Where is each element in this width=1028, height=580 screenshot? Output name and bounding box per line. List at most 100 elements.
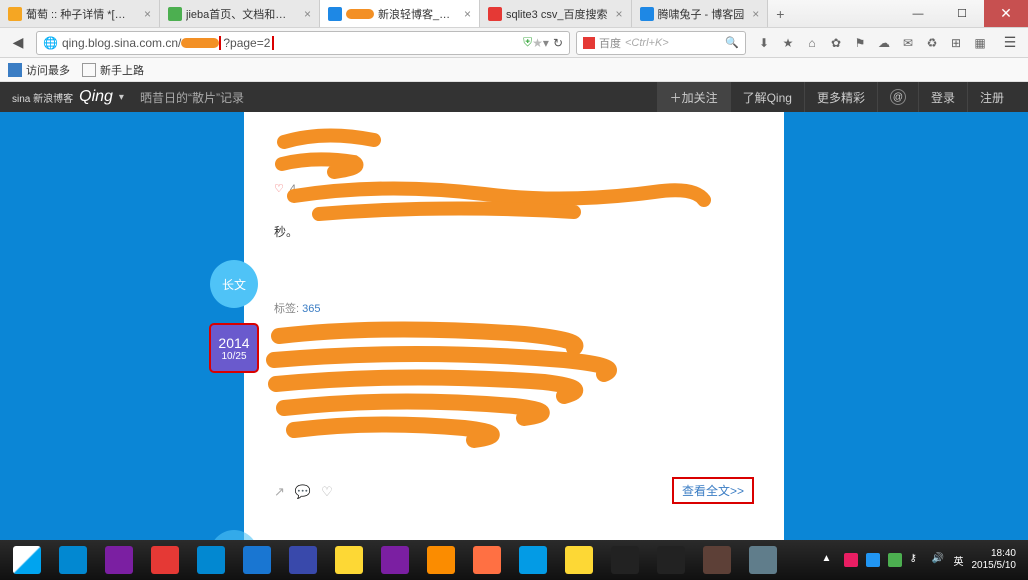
taskbar-app[interactable] bbox=[51, 542, 95, 578]
tab-close-icon[interactable]: × bbox=[304, 7, 311, 21]
start-button[interactable] bbox=[5, 542, 49, 578]
date-year: 2014 bbox=[218, 335, 249, 351]
new-tab-button[interactable]: + bbox=[768, 0, 792, 27]
window-minimize-button[interactable]: — bbox=[896, 0, 940, 27]
menu-button[interactable]: ☰ bbox=[998, 31, 1022, 55]
bookmark-star-icon[interactable]: ★ bbox=[532, 36, 543, 50]
taskbar-app[interactable] bbox=[327, 542, 371, 578]
back-button[interactable]: ◀ bbox=[6, 31, 30, 55]
address-field[interactable]: 🌐 qing.blog.sina.com.cn/?page=2 ⛨ ★ ▾ ↻ bbox=[36, 31, 570, 55]
tab-1[interactable]: jieba首页、文档和下载 - ... × bbox=[160, 0, 320, 27]
page-content: ♡ 4 秒。 长文 2014 10/25 标签: 365 bbox=[0, 112, 1028, 540]
read-more-box: 查看全文>> bbox=[672, 477, 754, 504]
nav-mentions[interactable]: @ bbox=[877, 82, 918, 112]
window-close-button[interactable]: ✕ bbox=[984, 0, 1028, 27]
chevron-down-icon[interactable]: ▾ bbox=[119, 92, 124, 103]
url-bar: ◀ 🌐 qing.blog.sina.com.cn/?page=2 ⛨ ★ ▾ … bbox=[0, 28, 1028, 58]
date-monthday: 10/25 bbox=[221, 351, 246, 362]
favicon bbox=[328, 7, 342, 21]
search-go-icon[interactable]: 🔍 bbox=[725, 36, 739, 49]
search-placeholder: <Ctrl+K> bbox=[625, 37, 721, 49]
tab-close-icon[interactable]: × bbox=[615, 7, 622, 21]
search-engine-label: 百度 bbox=[599, 35, 621, 51]
taskbar-app[interactable] bbox=[373, 542, 417, 578]
security-icon: ⛨ bbox=[523, 35, 532, 50]
window-controls: — ☐ ✕ bbox=[896, 0, 1028, 27]
clock-date: 2015/5/10 bbox=[972, 560, 1017, 572]
taskbar-app[interactable] bbox=[281, 542, 325, 578]
site-logo[interactable]: sina 新浪博客 Qing ▾ 晒昔日的“散片”记录 bbox=[12, 88, 244, 106]
browser-titlebar: 葡萄 :: 种子详情 *[冰与火... × jieba首页、文档和下载 - ...… bbox=[0, 0, 1028, 28]
tab-close-icon[interactable]: × bbox=[144, 7, 151, 21]
taskbar-app[interactable] bbox=[143, 542, 187, 578]
addon-icon[interactable]: ✿ bbox=[828, 35, 844, 51]
register-button[interactable]: 注册 bbox=[967, 82, 1016, 112]
taskbar-app[interactable] bbox=[557, 542, 601, 578]
taskbar-app[interactable] bbox=[695, 542, 739, 578]
search-field[interactable]: 百度 <Ctrl+K> 🔍 bbox=[576, 31, 746, 55]
search-engine-icon bbox=[583, 37, 595, 49]
heart-icon[interactable]: ♡ bbox=[274, 182, 284, 195]
read-more-link[interactable]: 查看全文>> bbox=[682, 484, 744, 498]
redacted-icon bbox=[346, 9, 374, 19]
tab-0[interactable]: 葡萄 :: 种子详情 *[冰与火... × bbox=[0, 0, 160, 27]
bookmark-bar: 访问最多 新手上路 bbox=[0, 58, 1028, 82]
refresh2-icon[interactable]: ♻ bbox=[924, 35, 940, 51]
ime-indicator[interactable]: 英 bbox=[954, 553, 964, 568]
bookmark-most-visited[interactable]: 访问最多 bbox=[8, 62, 70, 78]
tab-4[interactable]: 腾啸兔子 - 博客园× bbox=[632, 0, 769, 27]
like-count: 4 bbox=[290, 183, 296, 195]
tray-app-icon[interactable] bbox=[888, 553, 902, 567]
taskbar-app[interactable] bbox=[235, 542, 279, 578]
tab-2-active[interactable]: 新浪轻博客_Qing:...× bbox=[320, 0, 480, 27]
post-tags: 标签: 365 bbox=[274, 300, 754, 316]
site-slogan: 晒昔日的“散片”记录 bbox=[140, 89, 244, 106]
tab-3[interactable]: sqlite3 csv_百度搜索 × bbox=[480, 0, 632, 27]
post-1: ♡ 4 秒。 bbox=[274, 132, 754, 240]
comment-icon[interactable]: 💬 bbox=[295, 484, 311, 500]
taskbar-app[interactable] bbox=[419, 542, 463, 578]
longtext-badge bbox=[210, 530, 258, 540]
tray-app-icon[interactable] bbox=[866, 553, 880, 567]
tray-up-icon[interactable]: ▲ bbox=[822, 553, 836, 567]
flag-icon[interactable]: ⚑ bbox=[852, 35, 868, 51]
tab-close-icon[interactable]: × bbox=[464, 7, 471, 21]
nav-more[interactable]: 更多精彩 bbox=[804, 82, 877, 112]
volume-icon[interactable]: 🔊 bbox=[932, 553, 946, 567]
window-maximize-button[interactable]: ☐ bbox=[940, 0, 984, 27]
share-icon[interactable]: ↗ bbox=[274, 484, 285, 500]
mail-icon[interactable]: ✉ bbox=[900, 35, 916, 51]
bookmark-getting-started[interactable]: 新手上路 bbox=[82, 62, 144, 78]
post-meta: ♡ 4 bbox=[274, 182, 754, 195]
taskbar-app[interactable] bbox=[649, 542, 693, 578]
dropdown-icon[interactable]: ▾ bbox=[543, 36, 549, 50]
taskbar-app[interactable] bbox=[465, 542, 509, 578]
home-icon[interactable]: ⌂ bbox=[804, 35, 820, 51]
date-badge: 2014 10/25 bbox=[210, 324, 258, 372]
tiles-icon[interactable]: ▦ bbox=[972, 35, 988, 51]
tab-label: jieba首页、文档和下载 - ... bbox=[186, 6, 296, 22]
taskbar-app[interactable] bbox=[189, 542, 233, 578]
favicon bbox=[488, 7, 502, 21]
refresh-icon[interactable]: ↻ bbox=[553, 36, 563, 50]
clock[interactable]: 18:40 2015/5/10 bbox=[972, 548, 1017, 572]
at-icon: @ bbox=[890, 89, 906, 105]
taskbar-app[interactable] bbox=[97, 542, 141, 578]
nav-about-qing[interactable]: 了解Qing bbox=[730, 82, 804, 112]
tag-link[interactable]: 365 bbox=[302, 303, 320, 315]
downloads-icon[interactable]: ⬇ bbox=[756, 35, 772, 51]
tab-label: sqlite3 csv_百度搜索 bbox=[506, 6, 607, 22]
sync-icon[interactable]: ☁ bbox=[876, 35, 892, 51]
tray-app-icon[interactable] bbox=[844, 553, 858, 567]
tab-close-icon[interactable]: × bbox=[752, 7, 759, 21]
bookmarks-icon[interactable]: ★ bbox=[780, 35, 796, 51]
network-icon[interactable]: ⚷ bbox=[910, 553, 924, 567]
tab-label: 葡萄 :: 种子详情 *[冰与火... bbox=[26, 6, 136, 22]
taskbar-app[interactable] bbox=[741, 542, 785, 578]
taskbar-app[interactable] bbox=[511, 542, 555, 578]
taskbar-app[interactable] bbox=[603, 542, 647, 578]
like-icon[interactable]: ♡ bbox=[321, 484, 333, 500]
grid-icon[interactable]: ⊞ bbox=[948, 35, 964, 51]
login-button[interactable]: 登录 bbox=[918, 82, 967, 112]
follow-button[interactable]: ＋加关注 bbox=[657, 82, 730, 112]
